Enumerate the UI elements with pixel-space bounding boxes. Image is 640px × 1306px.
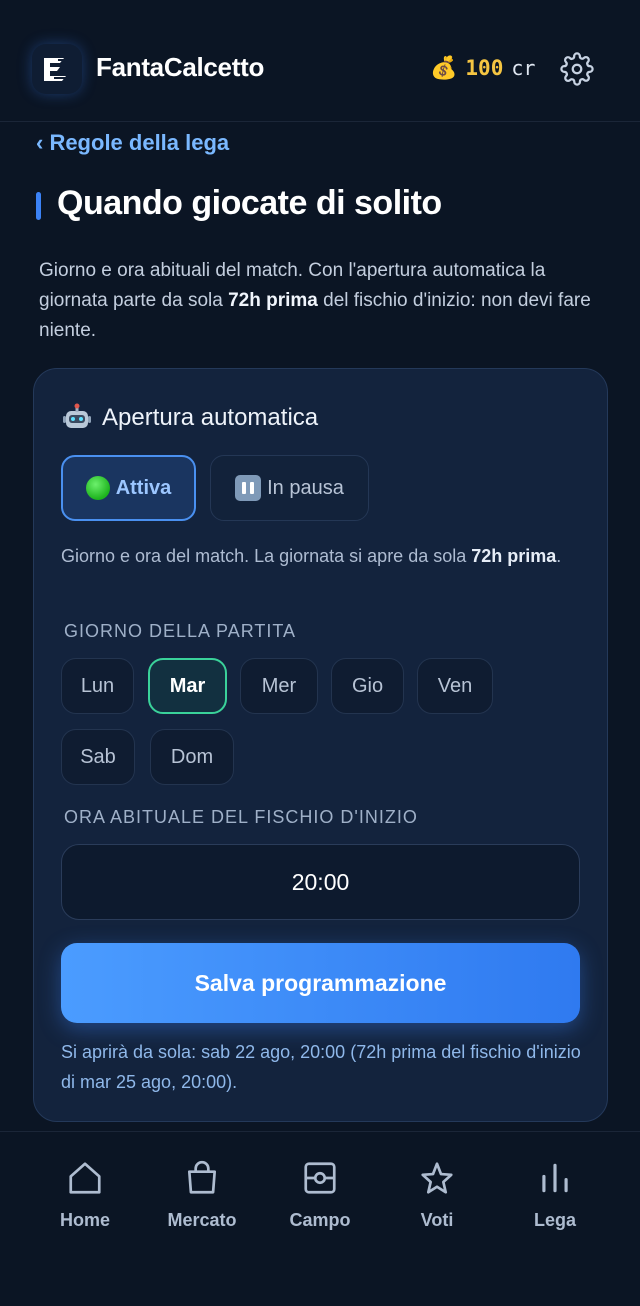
kickoff-time-input[interactable]: 20:00 xyxy=(61,844,580,920)
star-icon xyxy=(421,1162,453,1194)
nav-item-lega[interactable]: Lega xyxy=(500,1158,610,1231)
card-desc-part: Giorno e ora del match. La giornata si a… xyxy=(61,546,472,566)
toggle-paused-button[interactable]: In pausa xyxy=(210,455,369,521)
money-bag-icon: 💰 xyxy=(430,55,458,80)
bag-icon xyxy=(187,1160,217,1194)
robot-icon xyxy=(63,403,91,428)
app-logo[interactable] xyxy=(32,44,82,94)
intro-text: Giorno e ora abituali del match. Con l'a… xyxy=(39,256,609,346)
credits-display[interactable]: 💰 100 cr xyxy=(430,55,535,81)
time-section-label: ORA ABITUALE DEL FISCHIO D'INIZIO xyxy=(64,807,418,827)
nav-label-lega: Lega xyxy=(533,1210,576,1230)
nav-item-voti[interactable]: Voti xyxy=(382,1158,492,1231)
card-description: Giorno e ora del match. La giornata si a… xyxy=(61,541,581,571)
day-option-mar[interactable]: Mar xyxy=(148,658,227,714)
day-option-mer[interactable]: Mer xyxy=(240,658,318,714)
home-icon xyxy=(69,1162,101,1194)
auto-open-card: Apertura automatica Attiva In pausa Gior… xyxy=(33,368,608,1122)
card-desc-bold: 72h prima xyxy=(471,546,557,566)
page-title: Quando giocate di solito xyxy=(57,184,442,222)
top-bar: FantaCalcetto 💰 100 cr xyxy=(0,0,640,122)
gear-icon[interactable] xyxy=(560,52,594,86)
nav-item-mercato[interactable]: Mercato xyxy=(147,1158,257,1231)
nav-label-voti: Voti xyxy=(420,1210,454,1230)
green-circle-icon xyxy=(85,476,110,500)
toggle-paused-label: In pausa xyxy=(267,476,344,499)
bottom-nav: Home Mercato Campo Voti Lega xyxy=(0,1131,640,1306)
nav-label-mercato: Mercato xyxy=(167,1210,237,1230)
back-link[interactable]: ‹ Regole della lega xyxy=(36,130,229,156)
day-option-sab[interactable]: Sab xyxy=(61,729,135,785)
day-option-dom[interactable]: Dom xyxy=(150,729,234,785)
card-desc-part: . xyxy=(556,546,562,566)
title-accent-bar xyxy=(36,192,41,220)
credits-value: 100 xyxy=(465,56,504,80)
toggle-active-button[interactable]: Attiva xyxy=(61,455,196,521)
day-section-label: GIORNO DELLA PARTITA xyxy=(64,621,297,641)
schedule-note: Si aprirà da sola: sab 22 ago, 20:00 (72… xyxy=(61,1042,581,1092)
card-title: Apertura automatica xyxy=(62,403,318,433)
nav-item-home[interactable]: Home xyxy=(30,1158,140,1231)
pitch-icon xyxy=(304,1162,336,1194)
nav-item-campo[interactable]: Campo xyxy=(265,1158,375,1231)
day-option-ven[interactable]: Ven xyxy=(417,658,493,714)
card-title-text: Apertura automatica xyxy=(102,404,319,431)
nav-label-home: Home xyxy=(59,1210,110,1230)
day-option-gio[interactable]: Gio xyxy=(331,658,404,714)
bar-chart-icon xyxy=(542,1163,568,1193)
app-title: FantaCalcetto xyxy=(96,52,265,82)
save-schedule-button[interactable]: Salva programmazione xyxy=(61,943,580,1023)
intro-text-bold: 72h prima xyxy=(228,290,318,311)
logo-icon xyxy=(44,58,70,81)
credits-unit: cr xyxy=(511,56,536,80)
day-option-lun[interactable]: Lun xyxy=(61,658,134,714)
nav-label-campo: Campo xyxy=(289,1210,351,1230)
toggle-active-label: Attiva xyxy=(115,476,172,499)
pause-icon xyxy=(235,475,262,501)
